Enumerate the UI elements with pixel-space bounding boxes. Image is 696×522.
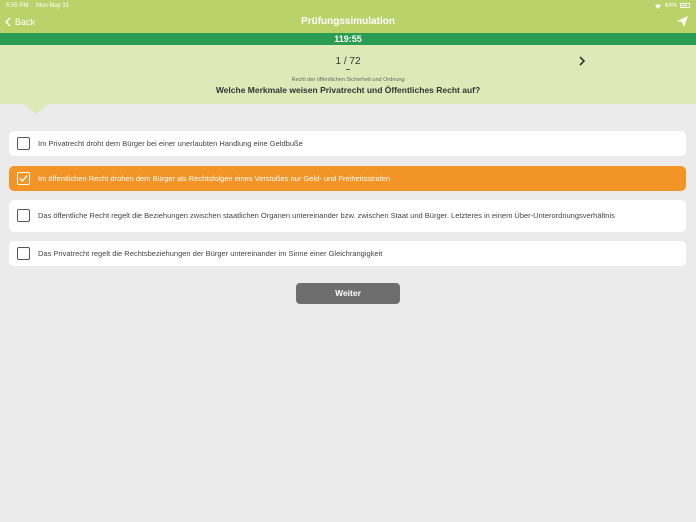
checkbox-icon[interactable] xyxy=(17,247,30,260)
status-time-date: 6:55 PM Mon May 31 xyxy=(6,3,75,9)
wifi-icon xyxy=(654,3,661,9)
answer-option-4[interactable]: Das Privatrecht regelt die Rechtsbeziehu… xyxy=(9,241,686,266)
battery-icon xyxy=(680,3,690,8)
weiter-button[interactable]: Weiter xyxy=(296,283,400,304)
page-title: Prüfungssimulation xyxy=(301,16,395,27)
question-header: 1 / 72 Recht der öffentlichen Sicherheit… xyxy=(0,45,696,114)
checkbox-checked-icon[interactable] xyxy=(17,172,30,185)
send-icon[interactable] xyxy=(677,16,688,27)
checkmark-icon xyxy=(19,175,28,183)
countdown-timer: 119:55 xyxy=(0,33,696,45)
checkbox-icon[interactable] xyxy=(17,209,30,222)
answer-option-2[interactable]: Im öffentlichen Recht drohen dem Bürger … xyxy=(9,166,686,191)
status-bar: 6:55 PM Mon May 31 64% xyxy=(0,0,696,11)
counter-underline xyxy=(346,69,350,70)
checkbox-icon[interactable] xyxy=(17,137,30,150)
navigation-bar: Back Prüfungssimulation xyxy=(0,11,696,33)
question-text: Welche Merkmale weisen Privatrecht und Ö… xyxy=(215,85,481,95)
answer-option-3[interactable]: Das öffentliche Recht regelt die Beziehu… xyxy=(9,200,686,232)
status-indicators: 64% xyxy=(654,3,690,9)
answer-text: Das öffentliche Recht regelt die Beziehu… xyxy=(38,211,615,220)
status-time: 6:55 PM xyxy=(6,2,29,9)
answer-text: Das Privatrecht regelt die Rechtsbeziehu… xyxy=(38,248,383,258)
status-date: Mon May 31 xyxy=(36,2,70,9)
question-counter: 1 / 72 xyxy=(335,56,361,67)
answer-option-1[interactable]: Im Privatrecht droht dem Bürger bei eine… xyxy=(9,131,686,156)
question-category: Recht der öffentlichen Sicherheit und Or… xyxy=(291,77,405,83)
battery-percent: 64% xyxy=(664,2,677,9)
answer-text: Im Privatrecht droht dem Bürger bei eine… xyxy=(38,138,303,148)
answer-text: Im öffentlichen Recht drohen dem Bürger … xyxy=(38,173,391,183)
next-question-icon[interactable] xyxy=(578,56,586,66)
